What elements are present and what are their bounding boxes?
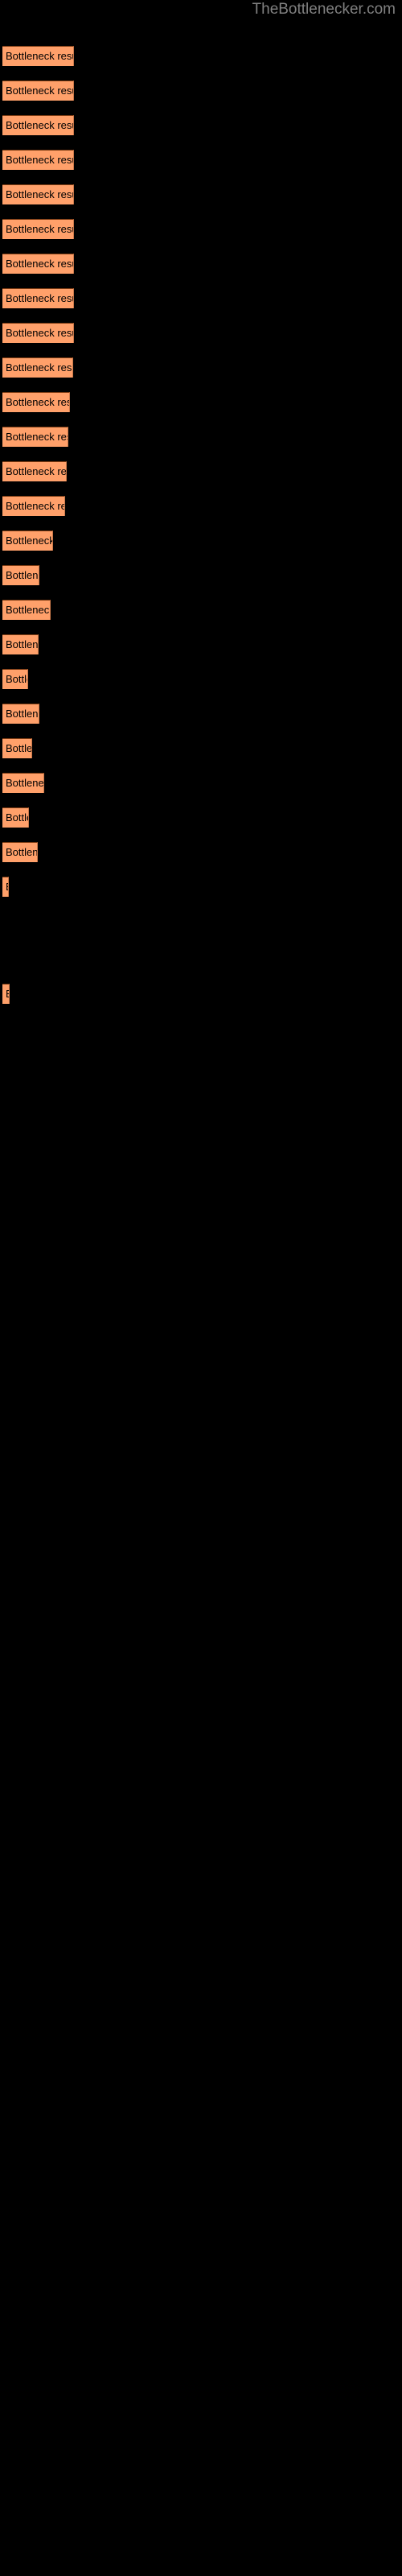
bar-label: Bottleneck result: [6, 777, 44, 789]
bar-label: Bottleneck result: [6, 811, 28, 824]
bar-label: Bottleneck result: [6, 881, 8, 894]
bar[interactable]: Bottleneck result: [2, 254, 74, 274]
bar-row: Bottleneck result: [0, 80, 402, 101]
bar-row: Bottleneck result: [0, 184, 402, 204]
bar-label: Bottleneck result: [6, 846, 38, 858]
bar-label: Bottleneck result: [6, 500, 64, 512]
bar-label: Bottleneck result: [6, 465, 67, 477]
bar-row: Bottleneck result: [0, 461, 402, 481]
bar-label: Bottleneck result: [6, 258, 73, 270]
bar[interactable]: Bottleneck result: [2, 392, 70, 412]
bar[interactable]: Bottleneck result: [2, 773, 44, 793]
bar[interactable]: Bottleneck result: [2, 80, 74, 101]
bar-row: Bottleneck result: [0, 984, 402, 1004]
bar[interactable]: Bottleneck result: [2, 150, 74, 170]
bottleneck-bar-chart: Bottleneck result Bottleneck result Bottle…: [0, 0, 402, 2576]
bar-label: Bottleneck result: [6, 604, 51, 616]
bar[interactable]: Bottleneck result: [2, 219, 74, 239]
bar-row: Bottleneck result: [0, 530, 402, 551]
bar-row: Bottleneck result: [0, 842, 402, 862]
bar[interactable]: Bottleneck result: [2, 984, 10, 1004]
bar-row: Bottleneck result: [0, 565, 402, 585]
bar-label: Bottleneck result: [6, 119, 73, 131]
bar[interactable]: Bottleneck result: [2, 877, 9, 897]
bar-row: Bottleneck result: [0, 669, 402, 689]
bar[interactable]: Bottleneck result: [2, 634, 39, 654]
bar-row: Bottleneck result: [0, 773, 402, 793]
bar-label: Bottleneck result: [6, 569, 39, 581]
bar-row: Bottleneck result: [0, 46, 402, 66]
bar-row: Bottleneck result: [0, 634, 402, 654]
bar[interactable]: Bottleneck result: [2, 669, 28, 689]
bar[interactable]: Bottleneck result: [2, 807, 29, 828]
bar-label: Bottleneck result: [6, 154, 73, 166]
bar[interactable]: Bottleneck result: [2, 704, 39, 724]
bar[interactable]: Bottleneck result: [2, 461, 67, 481]
bar-label: Bottleneck result: [6, 188, 73, 200]
bar[interactable]: Bottleneck result: [2, 184, 74, 204]
bar-row: Bottleneck result: [0, 115, 402, 135]
bar-row: Bottleneck result: [0, 600, 402, 620]
bar[interactable]: Bottleneck result: [2, 288, 74, 308]
bar[interactable]: Bottleneck result: [2, 323, 74, 343]
bar-label: Bottleneck result: [6, 327, 73, 339]
bar-label: Bottleneck result: [6, 988, 9, 1001]
bar-label: Bottleneck result: [6, 708, 39, 720]
bar[interactable]: Bottleneck result: [2, 496, 65, 516]
bar-row: Bottleneck result: [0, 150, 402, 170]
bar-row: Bottleneck result: [0, 738, 402, 758]
bar-label: Bottleneck result: [6, 396, 69, 408]
bar-label: Bottleneck result: [6, 292, 73, 304]
bar[interactable]: Bottleneck result: [2, 427, 68, 447]
bar[interactable]: Bottleneck result: [2, 738, 32, 758]
bar-row: Bottleneck result: [0, 807, 402, 828]
bar-row: Bottleneck result: [0, 323, 402, 343]
bar-label: Bottleneck result: [6, 431, 68, 443]
bar-row: Bottleneck result: [0, 254, 402, 274]
bar-label: Bottleneck result: [6, 673, 27, 685]
bar-label: Bottleneck result: [6, 535, 53, 547]
bar[interactable]: Bottleneck result: [2, 115, 74, 135]
bar[interactable]: Bottleneck result: [2, 46, 74, 66]
bar-label: Bottleneck result: [6, 742, 32, 754]
bar[interactable]: Bottleneck result: [2, 600, 51, 620]
bar-row: Bottleneck result: [0, 288, 402, 308]
bar[interactable]: Bottleneck result: [2, 565, 39, 585]
bar-row: Bottleneck result: [0, 877, 402, 897]
bar-row: Bottleneck result: [0, 427, 402, 447]
bar-label: Bottleneck result: [6, 223, 73, 235]
bar[interactable]: Bottleneck result: [2, 357, 73, 378]
bar-row: Bottleneck result: [0, 357, 402, 378]
bar-row: Bottleneck result: [0, 392, 402, 412]
bar-row: Bottleneck result: [0, 704, 402, 724]
bar[interactable]: Bottleneck result: [2, 842, 38, 862]
bar-label: Bottleneck result: [6, 638, 39, 650]
bar-row: Bottleneck result: [0, 496, 402, 516]
bar[interactable]: Bottleneck result: [2, 530, 53, 551]
bar-label: Bottleneck result: [6, 50, 73, 62]
bar-label: Bottleneck result: [6, 85, 73, 97]
bar-label: Bottleneck result: [6, 361, 72, 374]
bar-row: Bottleneck result: [0, 219, 402, 239]
